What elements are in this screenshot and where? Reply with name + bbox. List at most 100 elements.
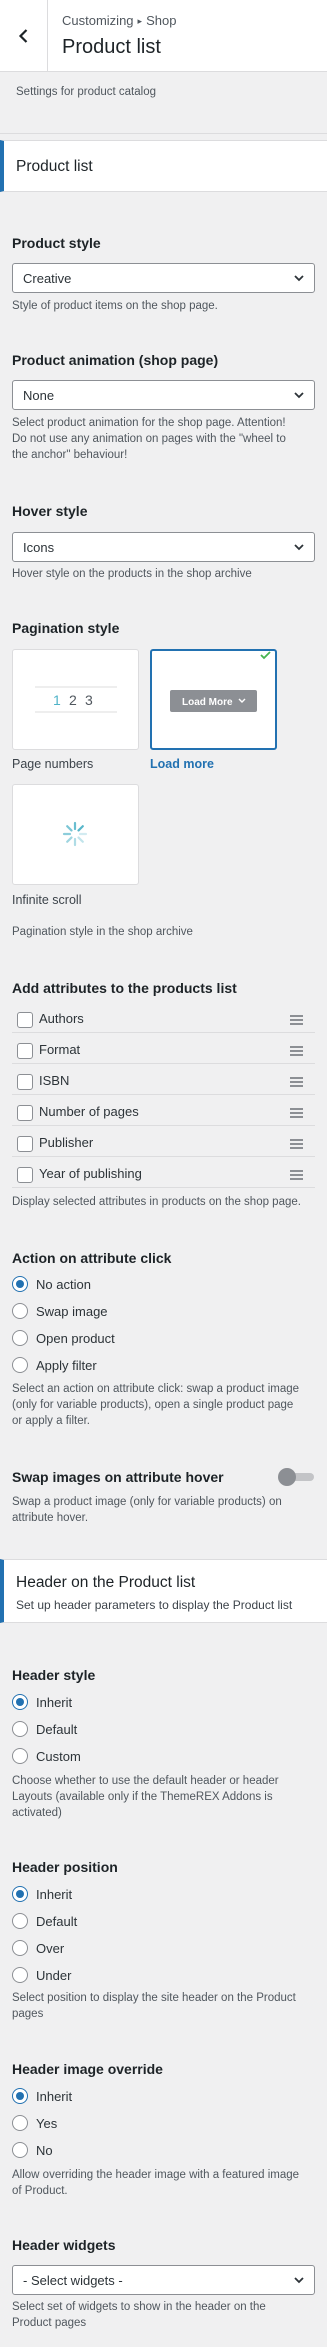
attribute-row[interactable]: Authors bbox=[12, 1007, 315, 1033]
swap-images-toggle[interactable] bbox=[278, 1468, 314, 1486]
attribute-checkbox[interactable] bbox=[17, 1167, 33, 1183]
description-line: Choose whether to use the default header… bbox=[12, 1775, 279, 1787]
description-line: Do not use any animation on pages with t… bbox=[12, 433, 286, 445]
radio-button[interactable] bbox=[12, 2088, 28, 2104]
pagination-style-description: Pagination style in the shop archive bbox=[12, 926, 193, 938]
radio-label: Open product bbox=[36, 1331, 115, 1346]
product-animation-description: Select product animation for the shop pa… bbox=[12, 415, 315, 463]
drag-handle-icon[interactable] bbox=[290, 1108, 303, 1118]
description-line: Select an action on attribute click: swa… bbox=[12, 1383, 300, 1395]
drag-handle-icon[interactable] bbox=[290, 1046, 303, 1056]
select-value: - Select widgets - bbox=[23, 2272, 123, 2288]
radio-button[interactable] bbox=[12, 1694, 28, 1710]
control-title: Product animation (shop page) bbox=[12, 352, 219, 368]
attribute-row[interactable]: Number of pages bbox=[12, 1100, 315, 1126]
breadcrumb: Customizing ▸ Shop bbox=[62, 13, 176, 28]
swap-images-description: Swap a product image (only for variable … bbox=[12, 1494, 315, 1526]
attributes-title: Add attributes to the products list bbox=[12, 980, 315, 996]
radio-button[interactable] bbox=[12, 1940, 28, 1956]
drag-handle-icon[interactable] bbox=[290, 1170, 303, 1180]
load-more-preview-icon: Load More bbox=[170, 651, 271, 712]
attribute-checkbox[interactable] bbox=[17, 1136, 33, 1152]
attribute-checkbox[interactable] bbox=[17, 1043, 33, 1059]
section-heading-product-list: Product list bbox=[0, 140, 327, 192]
control-title: Product style bbox=[12, 235, 101, 251]
control-title: Header image override bbox=[12, 2061, 163, 2077]
pagination-option-page-numbers[interactable]: 1 2 3 bbox=[12, 649, 139, 750]
drag-handle-icon[interactable] bbox=[290, 1077, 303, 1087]
description-line: Layouts (available only if the ThemeREX … bbox=[12, 1791, 273, 1803]
description-line: Select set of widgets to show in the hea… bbox=[12, 2301, 266, 2313]
radio-button[interactable] bbox=[12, 1748, 28, 1764]
radio-label: Inherit bbox=[36, 1887, 73, 1902]
attribute-checkbox[interactable] bbox=[17, 1074, 33, 1090]
radio-button[interactable] bbox=[12, 2142, 28, 2158]
product-animation-select[interactable]: None bbox=[12, 380, 315, 410]
section-title: Product list bbox=[16, 158, 93, 175]
radio-label: No action bbox=[36, 1277, 91, 1292]
toggle-knob bbox=[278, 1468, 296, 1486]
attributes-description: Display selected attributes in products … bbox=[12, 1196, 301, 1208]
attribute-label: Number of pages bbox=[39, 1104, 139, 1119]
radio-label: Over bbox=[36, 1941, 65, 1956]
attribute-checkbox[interactable] bbox=[17, 1012, 33, 1028]
attribute-label: Year of publishing bbox=[39, 1166, 142, 1181]
pagination-label-load-more: Load more bbox=[150, 757, 214, 771]
chevron-left-icon bbox=[18, 28, 27, 43]
description-line: Select product animation for the shop pa… bbox=[12, 417, 286, 429]
description-line: pages bbox=[12, 2008, 44, 2020]
radio-button[interactable] bbox=[12, 1330, 28, 1346]
control-title: Swap images on attribute hover bbox=[12, 1469, 224, 1485]
pagination-option-load-more[interactable]: Load More bbox=[150, 649, 277, 750]
breadcrumb-parent: Customizing bbox=[62, 13, 134, 28]
attribute-label: Format bbox=[39, 1042, 81, 1057]
header-position-title: Header position bbox=[12, 1859, 315, 1875]
radio-label: Default bbox=[36, 1722, 78, 1737]
chevron-down-icon bbox=[294, 275, 304, 282]
radio-button[interactable] bbox=[12, 2115, 28, 2131]
product-style-select[interactable]: Creative bbox=[12, 263, 315, 293]
pagination-option-infinite-scroll[interactable] bbox=[12, 784, 139, 885]
attribute-click-title: Action on attribute click bbox=[12, 1250, 315, 1266]
page-number-2: 2 bbox=[69, 692, 77, 708]
swap-images-title: Swap images on attribute hover bbox=[12, 1469, 272, 1485]
control-title: Hover style bbox=[12, 503, 88, 519]
attribute-row[interactable]: Publisher bbox=[12, 1131, 315, 1157]
pagination-style-title: Pagination style bbox=[12, 620, 315, 636]
attribute-click-description: Select an action on attribute click: swa… bbox=[12, 1381, 315, 1429]
hover-style-title: Hover style bbox=[12, 503, 315, 519]
radio-label: No bbox=[36, 2143, 53, 2158]
radio-label: Under bbox=[36, 1968, 72, 1983]
drag-handle-icon[interactable] bbox=[290, 1015, 303, 1025]
pagination-label-infinite-scroll: Infinite scroll bbox=[12, 893, 82, 907]
description-line: of Product. bbox=[12, 2185, 68, 2197]
description-line: or apply a filter. bbox=[12, 1415, 90, 1427]
radio-button[interactable] bbox=[12, 1886, 28, 1902]
hover-style-select[interactable]: Icons bbox=[12, 532, 315, 562]
section-title: Header on the Product list bbox=[16, 1574, 196, 1591]
page-number-1: 1 bbox=[53, 692, 61, 708]
radio-button[interactable] bbox=[12, 1721, 28, 1737]
radio-button[interactable] bbox=[12, 1357, 28, 1373]
back-button[interactable] bbox=[0, 0, 48, 71]
radio-label: Apply filter bbox=[36, 1358, 97, 1373]
radio-button[interactable] bbox=[12, 1303, 28, 1319]
attribute-checkbox[interactable] bbox=[17, 1105, 33, 1121]
panel-description: Settings for product catalog bbox=[0, 72, 327, 134]
description-line: Select position to display the site head… bbox=[12, 1992, 296, 2004]
radio-button[interactable] bbox=[12, 1276, 28, 1292]
radio-button[interactable] bbox=[12, 1967, 28, 1983]
control-title: Header style bbox=[12, 1667, 96, 1683]
radio-button[interactable] bbox=[12, 1913, 28, 1929]
selected-check-icon bbox=[260, 651, 271, 660]
header-position-description: Select position to display the site head… bbox=[12, 1990, 315, 2022]
header-widgets-select[interactable]: - Select widgets - bbox=[12, 2265, 315, 2295]
page-number-3: 3 bbox=[85, 692, 93, 708]
load-more-button-text: Load More bbox=[182, 697, 233, 708]
description-line: Allow overriding the header image with a… bbox=[12, 2169, 300, 2181]
attribute-row[interactable]: Format bbox=[12, 1038, 315, 1064]
attribute-row[interactable]: ISBN bbox=[12, 1069, 315, 1095]
drag-handle-icon[interactable] bbox=[290, 1139, 303, 1149]
radio-label: Yes bbox=[36, 2116, 58, 2131]
attribute-row[interactable]: Year of publishing bbox=[12, 1162, 315, 1188]
